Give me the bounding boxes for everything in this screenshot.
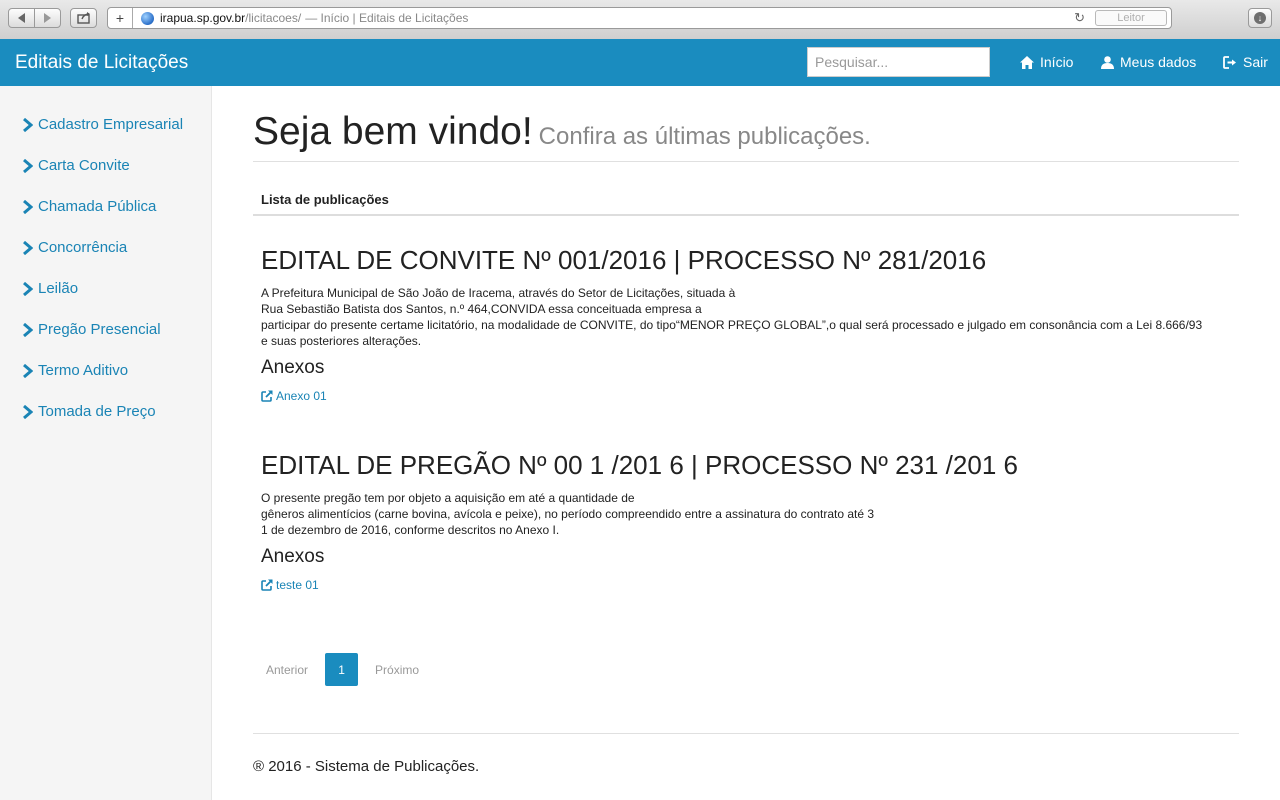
sidebar-item-carta-convite[interactable]: Carta Convite — [22, 157, 130, 174]
chevron-right-icon — [23, 117, 33, 132]
nav-link-label: Início — [1040, 54, 1074, 70]
chevron-right-icon — [23, 404, 33, 419]
attachment-label: teste 01 — [276, 578, 319, 592]
nav-link-label: Meus dados — [1120, 54, 1197, 70]
chevron-right-icon — [23, 240, 33, 255]
body-line: O presente pregão tem por objeto a aquis… — [261, 491, 635, 505]
list-title: Lista de publicações — [261, 192, 389, 207]
reader-button[interactable]: Leitor — [1095, 10, 1167, 26]
publication-body: O presente pregão tem por objeto a aquis… — [261, 490, 1236, 538]
welcome-title: Seja bem vindo! — [253, 110, 533, 153]
sidebar-item-pregao-presencial[interactable]: Pregão Presencial — [22, 321, 161, 338]
publication-body: A Prefeitura Municipal de São João de Ir… — [261, 285, 1236, 349]
divider — [253, 161, 1239, 162]
chevron-right-icon — [23, 322, 33, 337]
pagination-next[interactable]: Próximo — [375, 653, 419, 686]
sidebar-item-cadastro-empresarial[interactable]: Cadastro Empresarial — [22, 116, 183, 133]
body-line: 1 de dezembro de 2016, conforme descrito… — [261, 523, 560, 537]
sidebar-item-label: Termo Aditivo — [38, 362, 129, 379]
chevron-right-icon — [23, 363, 33, 378]
chevron-right-icon — [23, 158, 33, 173]
nav-link-home[interactable]: Início — [1020, 54, 1073, 70]
url-path: /licitacoes/ — [245, 11, 302, 25]
share-button[interactable] — [70, 8, 97, 28]
globe-icon — [141, 11, 154, 25]
annex-heading: Anexos — [261, 546, 325, 567]
back-forward-buttons[interactable] — [8, 8, 61, 28]
publication-title[interactable]: EDITAL DE CONVITE Nº 001/2016 | PROCESSO… — [261, 245, 986, 276]
page-heading: Seja bem vindo! Confira as últimas public… — [253, 110, 871, 154]
user-icon — [1101, 55, 1114, 69]
body-line: e suas posteriores alterações. — [261, 334, 422, 348]
logout-icon — [1223, 55, 1236, 69]
add-bookmark-icon[interactable]: + — [108, 8, 133, 28]
page-title-in-address: — Início | Editais de Licitações — [305, 11, 469, 25]
body-line: Rua Sebastião Batista dos Santos, n.º 46… — [261, 302, 702, 316]
sidebar-item-label: Carta Convite — [38, 157, 130, 174]
pagination-current-page[interactable]: 1 — [325, 653, 359, 686]
sidebar-item-concorrencia[interactable]: Concorrência — [22, 239, 127, 256]
search-input[interactable] — [807, 47, 990, 77]
divider — [253, 214, 1239, 216]
body-line: participar do presente certame licitatór… — [261, 318, 1203, 332]
pagination-prev[interactable]: Anterior — [266, 653, 308, 686]
body-line: A Prefeitura Municipal de São João de Ir… — [261, 286, 736, 300]
external-link-icon — [261, 390, 273, 402]
home-icon — [1020, 55, 1034, 69]
share-icon — [76, 12, 90, 24]
sidebar-item-label: Leilão — [38, 280, 79, 297]
divider — [253, 733, 1239, 734]
welcome-subtitle: Confira as últimas publicações. — [538, 123, 871, 150]
site-brand[interactable]: Editais de Licitações — [15, 52, 188, 74]
sidebar-item-label: Concorrência — [38, 239, 128, 256]
sidebar: Cadastro Empresarial Carta Convite Chama… — [0, 86, 212, 800]
attachment-label: Anexo 01 — [276, 389, 327, 403]
chevron-right-icon — [23, 199, 33, 214]
back-arrow-icon[interactable] — [9, 9, 34, 27]
sidebar-item-chamada-publica[interactable]: Chamada Pública — [22, 198, 156, 215]
external-link-icon — [261, 579, 273, 591]
downloads-button[interactable]: ↓ — [1248, 8, 1272, 28]
chevron-right-icon — [23, 281, 33, 296]
browser-toolbar: + irapua.sp.gov.br/licitacoes/ — Início … — [0, 0, 1280, 40]
sidebar-item-label: Pregão Presencial — [38, 321, 161, 338]
sidebar-item-label: Chamada Pública — [38, 198, 157, 215]
url-host: irapua.sp.gov.br — [160, 11, 246, 25]
reload-icon[interactable]: ↻ — [1074, 10, 1085, 26]
nav-link-logout[interactable]: Sair — [1223, 54, 1268, 70]
nav-link-label: Sair — [1243, 54, 1268, 70]
sidebar-item-label: Cadastro Empresarial — [38, 116, 184, 133]
body-line: gêneros alimentícios (carne bovina, avíc… — [261, 507, 875, 521]
annex-heading: Anexos — [261, 357, 325, 378]
attachment-link[interactable]: Anexo 01 — [261, 389, 327, 403]
address-bar[interactable]: + irapua.sp.gov.br/licitacoes/ — Início … — [107, 7, 1172, 29]
download-icon: ↓ — [1254, 12, 1266, 24]
sidebar-item-leilao[interactable]: Leilão — [22, 280, 78, 297]
attachment-link[interactable]: teste 01 — [261, 578, 319, 592]
forward-arrow-icon[interactable] — [35, 9, 60, 27]
sidebar-item-label: Tomada de Preço — [38, 403, 156, 420]
sidebar-item-termo-aditivo[interactable]: Termo Aditivo — [22, 362, 128, 379]
publication-title[interactable]: EDITAL DE PREGÃO Nº 00 1 /201 6 | PROCES… — [261, 450, 1018, 481]
footer-text: ® 2016 - Sistema de Publicações. — [253, 758, 480, 775]
nav-link-my-data[interactable]: Meus dados — [1101, 54, 1196, 70]
sidebar-item-tomada-de-preco[interactable]: Tomada de Preço — [22, 403, 156, 420]
pagination: Anterior 1 Próximo — [253, 653, 419, 687]
top-navbar: Editais de Licitações Início Meus dados … — [0, 39, 1280, 86]
